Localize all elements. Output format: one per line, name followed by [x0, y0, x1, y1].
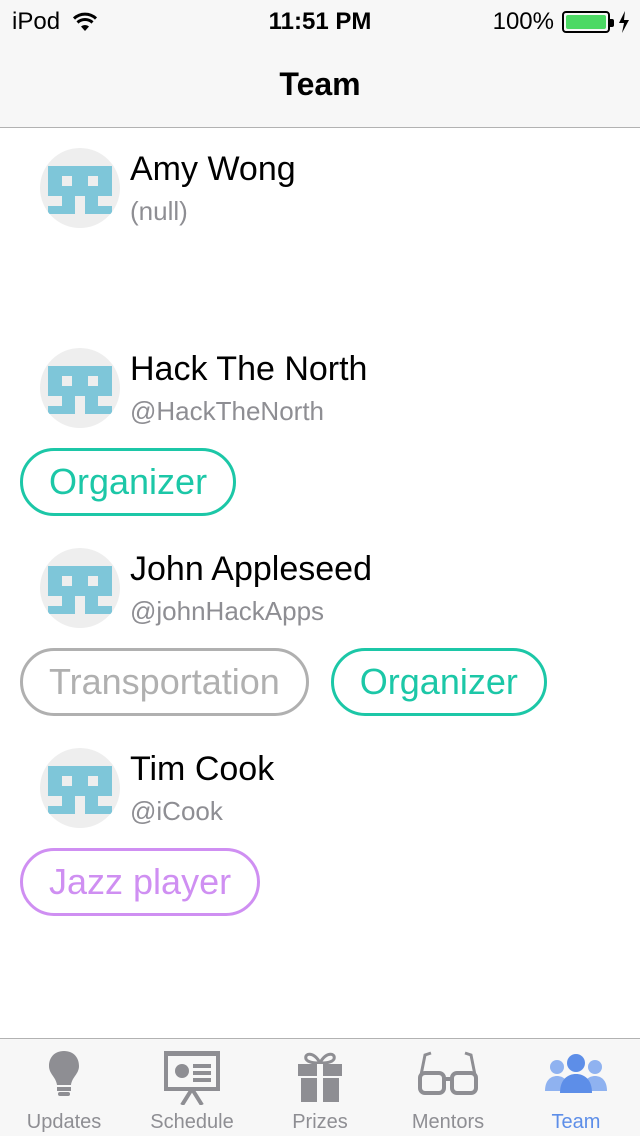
default-avatar-icon: [48, 166, 112, 214]
avatar: [40, 748, 120, 828]
member-name: Amy Wong: [130, 150, 296, 188]
tab-label: Schedule: [150, 1111, 234, 1133]
battery-percent: 100%: [492, 8, 554, 35]
tab-prizes[interactable]: Prizes: [256, 1039, 384, 1136]
tab-label: Team: [551, 1111, 601, 1133]
role-tag-organizer[interactable]: Organizer: [330, 648, 547, 716]
avatar: [40, 548, 120, 628]
tab-label: Prizes: [292, 1111, 348, 1133]
gift-icon: [298, 1052, 342, 1102]
default-avatar-icon: [48, 766, 112, 814]
people-icon: [545, 1054, 607, 1093]
glasses-icon: [418, 1051, 478, 1095]
member-handle: @HackTheNorth: [130, 396, 325, 426]
member-name: John Appleseed: [130, 550, 372, 588]
role-tag-organizer[interactable]: Organizer: [20, 448, 237, 516]
role-tag-transportation[interactable]: Transportation: [20, 648, 309, 716]
navigation-bar: Team: [0, 40, 640, 128]
member-name: Tim Cook: [130, 750, 275, 788]
tab-schedule[interactable]: Schedule: [128, 1039, 256, 1136]
page-title: Team: [279, 66, 361, 102]
team-member-row[interactable]: Hack The North @HackTheNorth Organizer: [0, 328, 640, 528]
member-tags: Transportation Organizer: [20, 648, 547, 716]
tab-team[interactable]: Team: [512, 1039, 640, 1136]
member-tags: Jazz player: [20, 848, 261, 916]
member-handle: @johnHackApps: [130, 596, 325, 626]
tab-updates[interactable]: Updates: [0, 1039, 128, 1136]
battery-icon: [562, 11, 614, 33]
member-handle: @iCook: [130, 796, 223, 826]
default-avatar-icon: [48, 366, 112, 414]
tab-label: Updates: [26, 1111, 102, 1133]
charging-icon: [619, 11, 629, 33]
avatar: [40, 348, 120, 428]
lightbulb-icon: [49, 1051, 79, 1096]
default-avatar-icon: [48, 566, 112, 614]
team-member-row[interactable]: Tim Cook @iCook Jazz player: [0, 728, 640, 928]
avatar: [40, 148, 120, 228]
battery-status: 100%: [493, 8, 630, 36]
tab-mentors[interactable]: Mentors: [384, 1039, 512, 1136]
tab-label: Mentors: [411, 1111, 485, 1133]
team-member-row[interactable]: John Appleseed @johnHackApps Transportat…: [0, 528, 640, 728]
member-tags: Organizer: [20, 448, 237, 516]
presentation-icon: [164, 1051, 220, 1105]
tab-bar: Updates Schedule Prizes Mentors Team: [0, 1038, 640, 1136]
team-member-row[interactable]: Amy Wong (null): [0, 128, 640, 328]
member-name: Hack The North: [130, 350, 368, 388]
role-tag-jazz-player[interactable]: Jazz player: [20, 848, 261, 916]
member-handle: (null): [130, 196, 188, 226]
status-bar: iPod 11:51 PM 100%: [0, 0, 640, 40]
